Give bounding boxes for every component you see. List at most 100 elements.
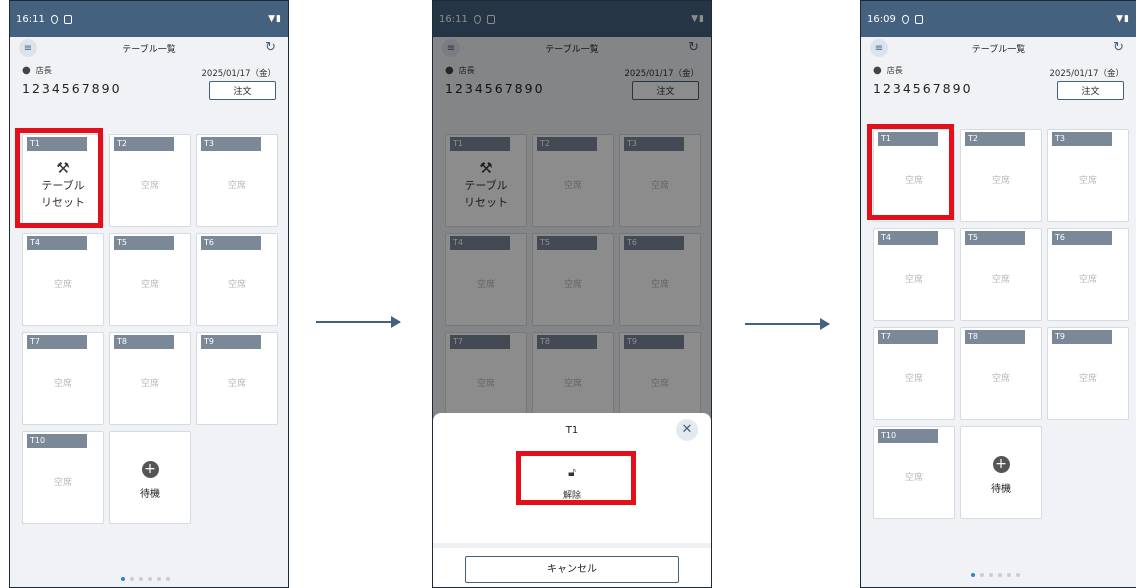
code-row: 1234567890 注文 [10,79,288,103]
table-tag: T3 [201,137,261,151]
table-tag: T3 [1052,132,1112,146]
page-dot [1016,573,1020,577]
user-role: 店長 [35,66,52,75]
page-dot [157,577,161,581]
table-tag: T5 [965,231,1025,245]
table-card-t8[interactable]: T8 空席 [960,327,1042,420]
table-tag: T4 [27,236,87,250]
page-dot-active [121,577,125,581]
table-status: 空席 [991,275,1010,285]
table-card-t10[interactable]: T10 空席 [22,431,104,524]
app-bar: ≡ テーブル一覧 ↻ [10,37,288,59]
page-indicator [971,573,1020,577]
table-status: 空席 [991,176,1010,186]
user-role: 店長 [886,66,903,75]
table-card-t7[interactable]: T7 空席 [22,332,104,425]
table-card-t9[interactable]: T9 空席 [196,332,278,425]
store-code: 1234567890 [873,81,973,96]
table-card-t6[interactable]: T6 空席 [196,233,278,326]
table-tag: T2 [114,137,174,151]
table-card-t9[interactable]: T9 空席 [1047,327,1129,420]
status-bar: 16:09 ▼▮ [861,1,1136,37]
shield-icon [50,14,58,24]
waiting-card[interactable]: + 待機 [960,426,1042,519]
table-card-t10[interactable]: T10 空席 [873,426,955,519]
arrow-right-icon [745,318,830,330]
table-card-t6[interactable]: T6 空席 [1047,228,1129,321]
person-icon: ● [22,65,31,76]
sim-icon [63,14,72,24]
order-button[interactable]: 注文 [1057,81,1124,100]
page-dot-active [971,573,975,577]
refresh-icon[interactable]: ↻ [265,40,276,55]
table-card-t3[interactable]: T3 空席 [1047,129,1129,222]
divider [433,543,711,548]
status-time: 16:09 [867,13,896,25]
arrow-right-icon [316,316,401,328]
page-dot [1007,573,1011,577]
table-card-t7[interactable]: T7 空席 [873,327,955,420]
table-tag: T7 [878,330,938,344]
phone-screen-1: 16:11 ▼▮ ≡ テーブル一覧 ↻ ● 店長 2025/01/17（金） 12… [9,0,289,588]
table-status: 空席 [53,280,72,290]
code-row: 1234567890 注文 [861,79,1136,103]
page-dot [989,573,993,577]
tutorial-canvas: 16:11 ▼▮ ≡ テーブル一覧 ↻ ● 店長 2025/01/17（金） 12… [0,0,1136,588]
table-status: 空席 [227,379,246,389]
table-tag: T9 [201,335,261,349]
current-date: 2025/01/17（金） [1049,69,1125,79]
table-card-t5[interactable]: T5 空席 [109,233,191,326]
sheet-title: T1 [565,425,579,436]
table-card-t4[interactable]: T4 空席 [22,233,104,326]
waiting-label: 待機 [991,484,1011,495]
highlight-box-unlock [516,451,636,505]
page-title: テーブル一覧 [122,44,176,55]
table-tag: T4 [878,231,938,245]
order-button[interactable]: 注文 [209,81,276,100]
cancel-button[interactable]: キャンセル [465,556,679,583]
page-dot [139,577,143,581]
table-card-t2[interactable]: T2 空席 [109,134,191,227]
table-status: 空席 [140,379,159,389]
table-tag: T2 [965,132,1025,146]
table-card-t2[interactable]: T2 空席 [960,129,1042,222]
table-card-t5[interactable]: T5 空席 [960,228,1042,321]
table-status: 空席 [53,478,72,488]
table-card-t4[interactable]: T4 空席 [873,228,955,321]
phone-screen-3: 16:09 ▼▮ ≡ テーブル一覧 ↻ ● 店長 2025/01/17（金） 12… [860,0,1136,588]
table-tag: T8 [965,330,1025,344]
app-bar: ≡ テーブル一覧 ↻ [861,37,1136,59]
close-icon[interactable]: ✕ [676,419,698,441]
table-tag: T10 [878,429,938,443]
plus-icon: + [141,461,159,478]
table-status: 空席 [140,181,159,191]
table-status: 空席 [904,275,923,285]
table-status: 空席 [1078,176,1097,186]
table-card-t8[interactable]: T8 空席 [109,332,191,425]
table-tag: T6 [201,236,261,250]
table-status: 空席 [904,473,923,483]
page-dot [980,573,984,577]
menu-icon[interactable]: ≡ [19,39,37,57]
menu-icon[interactable]: ≡ [870,39,888,57]
table-status: 空席 [140,280,159,290]
highlight-box-t1 [867,124,954,220]
shield-icon [901,14,909,24]
table-card-t3[interactable]: T3 空席 [196,134,278,227]
table-tag: T7 [27,335,87,349]
store-code: 1234567890 [22,81,122,96]
refresh-icon[interactable]: ↻ [1113,40,1124,55]
waiting-card[interactable]: + 待機 [109,431,191,524]
user-info-row: ● 店長 2025/01/17（金） [861,59,1136,79]
table-status: 空席 [53,379,72,389]
page-title: テーブル一覧 [971,44,1026,55]
table-status: 空席 [991,374,1010,384]
status-bar: 16:11 ▼▮ [10,1,288,37]
battery-icon: ▼▮ [1116,14,1130,24]
page-dot [166,577,170,581]
table-status: 空席 [904,374,923,384]
page-dot [998,573,1002,577]
table-status: 空席 [1078,374,1097,384]
page-indicator [121,577,170,581]
table-status: 空席 [227,280,246,290]
